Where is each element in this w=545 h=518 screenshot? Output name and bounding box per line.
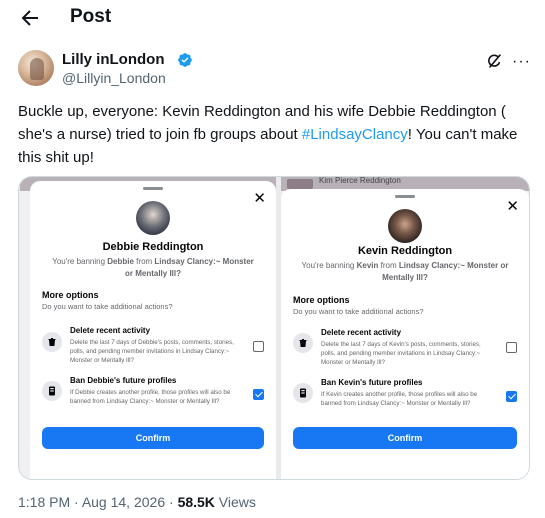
confirm-button: Confirm	[42, 427, 264, 449]
tweet-media[interactable]: ✕ Debbie Reddington You're banning Debbi…	[18, 176, 530, 480]
ban-dialog-kevin: ✕ Kevin Reddington You're banning Kevin …	[281, 189, 529, 479]
more-options-subtitle: Do you want to take additional actions?	[42, 302, 173, 311]
display-name[interactable]: Lilly inLondon	[62, 51, 164, 68]
tweet-date[interactable]: Aug 14, 2026	[82, 494, 165, 510]
ban-future-profiles-checkbox	[506, 391, 517, 402]
profile-avatar	[388, 209, 422, 243]
tweet-time[interactable]: 1:18 PM	[18, 494, 70, 510]
option-label: Ban Debbie's future profiles	[70, 376, 177, 385]
banning-description: You're banning Kevin from Lindsay Clancy…	[299, 260, 511, 284]
more-options-title: More options	[42, 290, 99, 300]
close-icon: ✕	[506, 198, 519, 215]
back-arrow-icon[interactable]	[18, 6, 42, 30]
option-description: If Kevin creates another profile, those …	[321, 391, 478, 407]
trash-icon	[42, 332, 62, 352]
profile-ban-icon	[42, 381, 62, 401]
profile-name: Debbie Reddington	[102, 241, 204, 253]
delete-activity-checkbox	[253, 341, 264, 352]
text-bold: Lindsay Clancy:~ Monster or Mentally Ill…	[382, 261, 509, 282]
text: You're banning	[52, 257, 108, 266]
peek-thumbnail	[287, 179, 313, 189]
option-label: Delete recent activity	[321, 328, 402, 337]
text-bold: Debbie	[107, 257, 134, 266]
trash-icon	[293, 333, 313, 353]
profile-avatar	[136, 201, 170, 235]
meta-separator: ·	[165, 494, 178, 510]
delete-activity-checkbox	[506, 342, 517, 353]
page-title: Post	[70, 6, 112, 27]
close-icon: ✕	[253, 190, 266, 207]
confirm-button: Confirm	[293, 427, 517, 449]
tweet-author: Lilly inLondon @Lillyin_London ···	[18, 50, 531, 90]
drag-handle	[395, 195, 415, 198]
option-label: Delete recent activity	[70, 326, 151, 335]
option-description: If Debbie creates another profile, those…	[70, 389, 231, 405]
tweet-meta: 1:18 PM · Aug 14, 2026 · 58.5K Views	[18, 494, 256, 510]
profile-ban-icon	[293, 383, 313, 403]
ban-dialog-debbie: ✕ Debbie Reddington You're banning Debbi…	[30, 181, 276, 479]
post-header: Post	[0, 0, 545, 36]
views-label: Views	[214, 494, 256, 510]
user-handle[interactable]: @Lillyin_London	[62, 70, 166, 86]
option-label: Ban Kevin's future profiles	[321, 378, 423, 387]
tweet-text: Buckle up, everyone: Kevin Reddington an…	[18, 100, 530, 169]
profile-name: Kevin Reddington	[357, 245, 453, 257]
media-image-left[interactable]: ✕ Debbie Reddington You're banning Debbi…	[20, 177, 276, 479]
hashtag-link[interactable]: #LindsayClancy	[302, 126, 408, 143]
option-description: Delete the last 7 days of Kevin's posts,…	[321, 341, 481, 366]
banning-description: You're banning Debbie from Lindsay Clanc…	[48, 256, 258, 280]
more-options-title: More options	[293, 295, 350, 305]
views-count: 58.5K	[177, 494, 215, 510]
verified-badge-icon	[177, 52, 193, 68]
text: You're banning	[301, 261, 357, 270]
text-bold: Kevin	[356, 261, 379, 270]
drag-handle	[143, 187, 163, 190]
more-dots-icon[interactable]: ···	[512, 53, 531, 71]
peek-name: Kim Pierce Reddington	[319, 177, 401, 185]
avatar[interactable]	[18, 50, 54, 86]
grok-icon[interactable]	[486, 52, 504, 70]
option-description: Delete the last 7 days of Debbie's posts…	[70, 339, 234, 364]
text: from	[133, 257, 155, 266]
more-options-subtitle: Do you want to take additional actions?	[293, 307, 424, 316]
text: from	[378, 261, 399, 270]
meta-separator: ·	[70, 494, 82, 510]
media-image-right[interactable]: Kim Pierce Reddington ✕ Kevin Reddington…	[281, 177, 529, 479]
ban-future-profiles-checkbox	[253, 389, 264, 400]
